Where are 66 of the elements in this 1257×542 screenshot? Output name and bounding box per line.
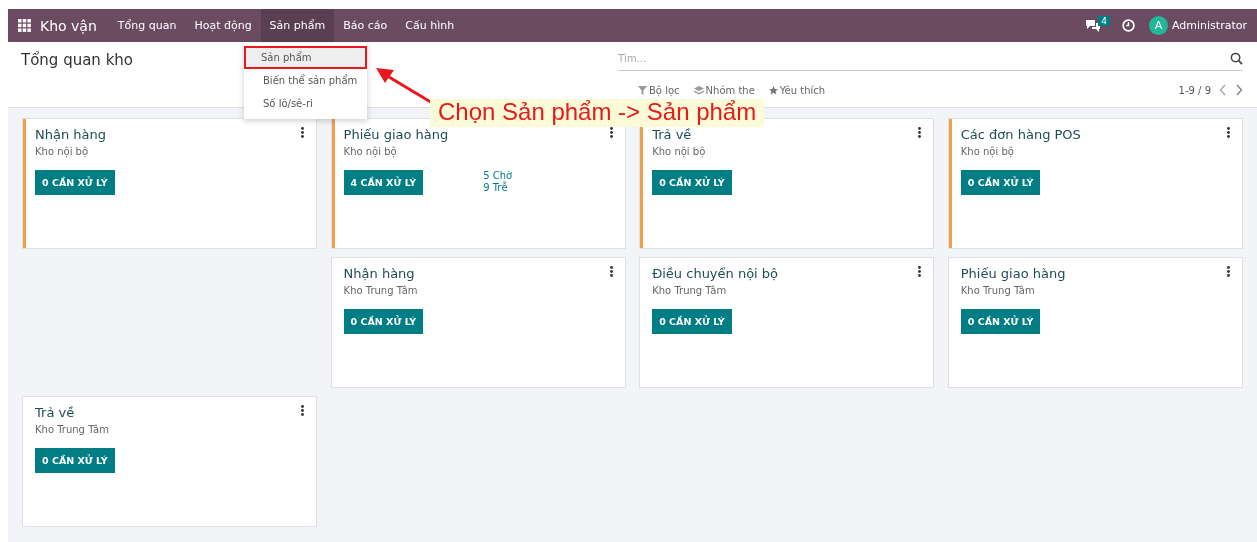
kanban-card[interactable]: Trả về Kho Trung Tâm 0 CẦN XỬ LÝ (22, 396, 317, 527)
warehouse-name: Kho Trung Tâm (343, 285, 419, 296)
filter-menu-button[interactable]: Bộ lọc (638, 84, 680, 96)
search-field[interactable]: Tìm... (618, 53, 1230, 64)
to-process-button[interactable]: 0 CẦN XỬ LÝ (960, 309, 1041, 334)
next-icon[interactable] (1235, 84, 1243, 96)
kanban-card[interactable]: Nhận hàng Kho Trung Tâm 0 CẦN XỬ LÝ (330, 257, 626, 388)
warehouse-name: Kho Trung Tâm (960, 285, 1036, 296)
kanban-card[interactable]: Phiếu giao hàng Kho Trung Tâm 0 CẦN XỬ LÝ (947, 257, 1243, 388)
menu-item[interactable]: Cấu hình (396, 9, 464, 42)
star-icon (768, 85, 778, 95)
more-options-icon[interactable] (918, 266, 922, 277)
dropdown-item[interactable]: Biến thể sản phẩm (244, 69, 367, 92)
dropdown-item[interactable]: Số lô/sê-ri (244, 92, 367, 115)
kanban-card[interactable]: Nhận hàng Kho nội bộ 0 CẦN XỬ LÝ (22, 118, 317, 249)
warehouse-name: Kho nội bộ (652, 146, 707, 157)
card-title[interactable]: Phiếu giao hàng (960, 266, 1066, 281)
more-options-icon[interactable] (1226, 266, 1230, 277)
card-title[interactable]: Phiếu giao hàng (343, 127, 449, 142)
menu-item[interactable]: Hoạt động (185, 9, 261, 42)
to-process-button[interactable]: 0 CẦN XỬ LÝ (960, 170, 1041, 195)
menu-item[interactable]: Sản phẩm (260, 9, 335, 42)
warehouse-name: Kho nội bộ (960, 146, 1015, 157)
more-options-icon[interactable] (1226, 127, 1230, 138)
annotation-text: Chọn Sản phẩm -> Sản phẩm (430, 99, 765, 127)
to-process-button[interactable]: 0 CẦN XỬ LÝ (652, 170, 732, 195)
more-options-icon[interactable] (918, 127, 922, 138)
to-process-button[interactable]: 0 CẦN XỬ LÝ (343, 309, 424, 334)
to-process-button[interactable]: 4 CẦN XỬ LÝ (343, 170, 424, 195)
card-title[interactable]: Trả về (652, 127, 692, 142)
kanban-card[interactable]: Điều chuyển nội bộ Kho Trung Tâm 0 CẦN XỬ LÝ (639, 257, 935, 388)
card-title[interactable]: Nhận hàng (35, 127, 106, 142)
chat-icon[interactable] (1085, 18, 1102, 33)
page-title: Tổng quan kho (21, 50, 133, 69)
card-title[interactable]: Điều chuyển nội bộ (652, 266, 779, 281)
status-link[interactable]: 5 Chờ (483, 170, 513, 181)
warehouse-name: Kho nội bộ (35, 146, 90, 157)
app-grid-icon[interactable] (18, 19, 31, 32)
more-options-icon[interactable] (301, 127, 304, 138)
layers-icon (693, 85, 704, 95)
to-process-button[interactable]: 0 CẦN XỬ LÝ (35, 170, 115, 195)
menu-item[interactable]: Báo cáo (334, 9, 397, 42)
message-count-badge: 4 (1098, 15, 1110, 26)
funnel-icon (638, 85, 647, 95)
app-name[interactable]: Kho vận (40, 17, 97, 34)
more-options-icon[interactable] (609, 127, 613, 138)
card-title[interactable]: Trả về (35, 405, 75, 420)
kanban-card[interactable]: Các đơn hàng POS Kho nội bộ 0 CẦN XỬ LÝ (947, 118, 1243, 249)
filter-menu-button[interactable]: Nhóm the (693, 84, 755, 96)
filter-menu-button[interactable]: Yêu thích (768, 84, 826, 96)
warehouse-name: Kho nội bộ (343, 146, 398, 157)
more-options-icon[interactable] (301, 405, 304, 416)
card-title[interactable]: Các đơn hàng POS (960, 127, 1081, 142)
dropdown-item[interactable]: Sản phẩm (244, 46, 367, 69)
clock-icon[interactable] (1122, 19, 1135, 32)
warehouse-name: Kho Trung Tâm (35, 424, 110, 435)
pager-value: 1-9 / 9 (1178, 84, 1211, 96)
user-name[interactable]: Administrator (1172, 19, 1247, 32)
menu-item[interactable]: Tổng quan (108, 9, 186, 42)
more-options-icon[interactable] (609, 266, 613, 277)
card-title[interactable]: Nhận hàng (343, 266, 415, 281)
search-icon[interactable] (1230, 52, 1243, 65)
warehouse-name: Kho Trung Tâm (652, 285, 728, 296)
to-process-button[interactable]: 0 CẦN XỬ LÝ (652, 309, 732, 334)
to-process-button[interactable]: 0 CẦN XỬ LÝ (35, 448, 115, 473)
status-link[interactable]: 9 Trễ (483, 182, 513, 193)
